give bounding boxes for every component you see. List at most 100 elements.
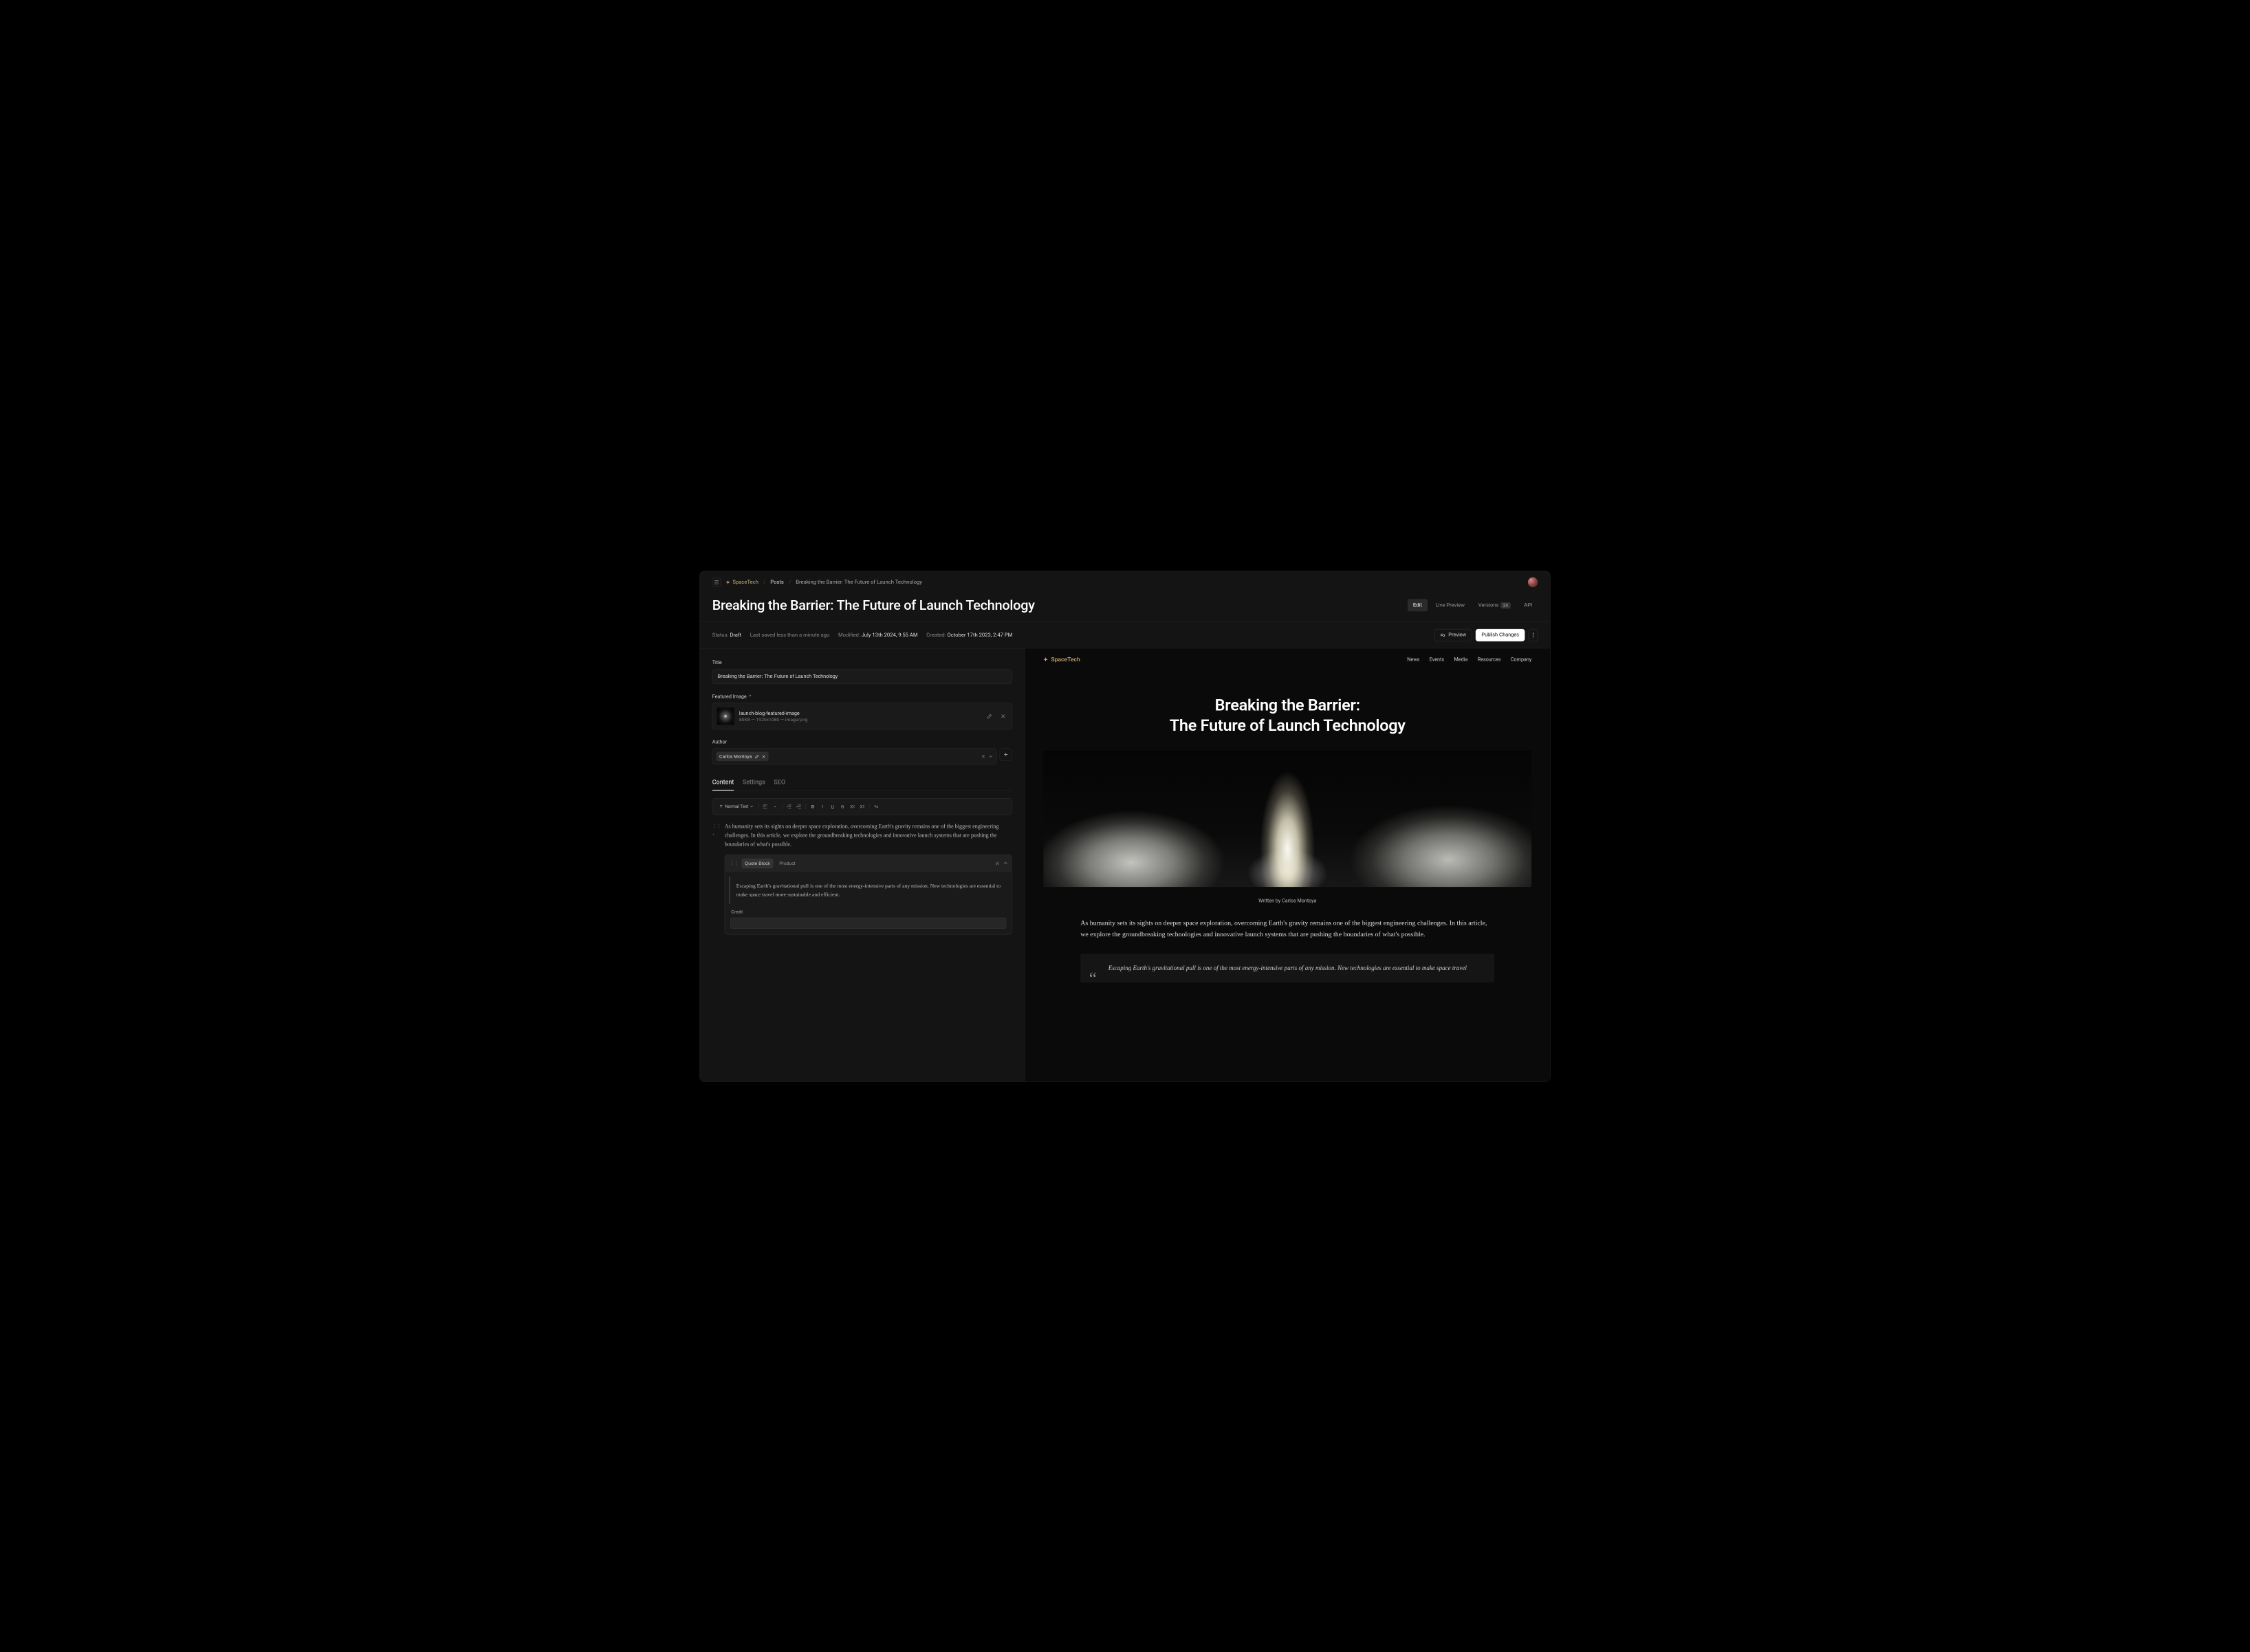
nav-company[interactable]: Company xyxy=(1511,656,1531,662)
status-group: Status: Draft xyxy=(712,632,741,638)
block-gutter: ⋮⋮ + xyxy=(712,823,721,839)
image-card: launch-blog-featured-image 80KB — 1920x1… xyxy=(712,703,1012,729)
add-block-icon[interactable]: + xyxy=(712,831,721,838)
menu-button[interactable] xyxy=(712,577,721,586)
subtab-settings[interactable]: Settings xyxy=(743,773,765,790)
avatar[interactable] xyxy=(1528,577,1538,586)
preview-hero-image xyxy=(1043,751,1531,887)
edit-image-button[interactable] xyxy=(985,712,994,720)
status-actions: Preview Publish Changes xyxy=(1434,628,1538,641)
chevron-down-icon[interactable] xyxy=(989,755,992,758)
block-type[interactable]: Quote Block xyxy=(741,858,773,868)
drag-handle-icon[interactable]: ⋮⋮ xyxy=(712,823,721,830)
underline-button[interactable]: U xyxy=(828,802,837,811)
preview-button[interactable]: Preview xyxy=(1434,628,1472,641)
breadcrumb-section[interactable]: Posts xyxy=(770,579,784,585)
remove-image-button[interactable] xyxy=(998,712,1007,720)
nav-media[interactable]: Media xyxy=(1454,656,1467,662)
credit-input[interactable] xyxy=(730,917,1006,928)
split-view: Title Featured Image * launch-blog-featu… xyxy=(700,648,1551,1081)
drag-handle-icon[interactable]: ⋮⋮ xyxy=(729,859,739,867)
align-chevron[interactable] xyxy=(771,802,780,811)
versions-badge: 24 xyxy=(1500,602,1510,608)
preview-title: Breaking the Barrier:The Future of Launc… xyxy=(1025,670,1550,751)
chevron-down-icon xyxy=(750,805,753,807)
preview-quote: Escaping Earth's gravitational pull is o… xyxy=(1080,954,1494,982)
subtab-content[interactable]: Content xyxy=(712,773,734,790)
image-name: launch-blog-featured-image xyxy=(739,710,981,716)
preview-byline: Written by Carlos Montoya xyxy=(1025,887,1550,917)
edit-icon[interactable] xyxy=(755,754,759,758)
credit-label: Credit xyxy=(725,908,1012,918)
subscript-button[interactable]: X2 xyxy=(848,802,857,811)
image-meta: 80KB — 1920x1080 — image/png xyxy=(739,716,981,722)
preview-intro: As humanity sets its sights on deeper sp… xyxy=(1025,916,1550,940)
close-icon[interactable] xyxy=(995,861,999,866)
tab-live-preview[interactable]: Live Preview xyxy=(1430,599,1471,611)
tab-api[interactable]: API xyxy=(1518,599,1538,611)
field-title: Title xyxy=(712,659,1012,684)
more-button[interactable] xyxy=(1529,628,1538,641)
link-icon xyxy=(1441,632,1445,637)
publish-button[interactable]: Publish Changes xyxy=(1476,628,1525,641)
italic-button[interactable]: I xyxy=(818,802,827,811)
outdent-button[interactable] xyxy=(785,802,794,811)
close-icon[interactable] xyxy=(981,754,985,758)
block-variant[interactable]: Product xyxy=(776,858,798,868)
author-label: Author xyxy=(712,738,1012,745)
subtab-seo[interactable]: SEO xyxy=(774,773,785,790)
title-input[interactable] xyxy=(712,669,1012,684)
editor-body[interactable]: ⋮⋮ + As humanity sets its sights on deep… xyxy=(712,822,1012,934)
align-left-icon xyxy=(763,804,767,808)
block-body[interactable]: Escaping Earth's gravitational pull is o… xyxy=(729,877,1007,904)
last-saved: Last saved less than a minute ago xyxy=(750,632,830,638)
superscript-button[interactable]: X2 xyxy=(858,802,867,811)
strike-button[interactable]: S xyxy=(838,802,847,811)
preview-brand[interactable]: SpaceTech xyxy=(1043,656,1080,663)
image-thumbnail[interactable] xyxy=(717,707,734,725)
align-button[interactable] xyxy=(761,802,769,811)
bold-button[interactable]: B xyxy=(809,802,818,811)
app-window: SpaceTech / Posts / Breaking the Barrier… xyxy=(699,571,1551,1081)
nav-resources[interactable]: Resources xyxy=(1478,656,1501,662)
title-bar: Breaking the Barrier: The Future of Laun… xyxy=(700,593,1551,621)
author-chip: Carlos Montoya xyxy=(717,751,769,761)
page-title: Breaking the Barrier: The Future of Laun… xyxy=(712,597,1035,613)
image-info: launch-blog-featured-image 80KB — 1920x1… xyxy=(739,710,981,723)
author-select[interactable]: Carlos Montoya xyxy=(712,748,997,764)
preview-nav: News Events Media Resources Company xyxy=(1407,656,1531,662)
indent-button[interactable] xyxy=(794,802,803,811)
breadcrumb-sep: / xyxy=(763,579,765,585)
preview-panel: SpaceTech News Events Media Resources Co… xyxy=(1025,648,1550,1081)
outdent-icon xyxy=(787,804,791,808)
sparkle-icon xyxy=(726,580,730,584)
link-button[interactable] xyxy=(872,802,881,811)
indent-icon xyxy=(796,804,800,808)
sparkle-icon xyxy=(1043,657,1048,661)
plus-icon xyxy=(1004,752,1008,756)
nav-events[interactable]: Events xyxy=(1430,656,1444,662)
text-icon xyxy=(719,804,723,808)
preview-header: SpaceTech News Events Media Resources Co… xyxy=(1025,648,1550,670)
chevron-down-icon xyxy=(774,806,776,807)
editor-subtabs: Content Settings SEO xyxy=(712,773,1012,791)
block-header: ⋮⋮ Quote Block Product xyxy=(725,855,1012,872)
breadcrumb-brand[interactable]: SpaceTech xyxy=(726,579,758,585)
more-vertical-icon xyxy=(1533,632,1534,637)
close-icon[interactable] xyxy=(762,754,765,758)
nav-news[interactable]: News xyxy=(1407,656,1419,662)
intro-paragraph[interactable]: As humanity sets its sights on deeper sp… xyxy=(725,822,1012,848)
breadcrumb-sep: / xyxy=(789,579,791,585)
quote-block: ⋮⋮ Quote Block Product Escaping Earth's … xyxy=(725,855,1012,935)
topbar: SpaceTech / Posts / Breaking the Barrier… xyxy=(700,571,1551,593)
status-bar: Status: Draft Last saved less than a min… xyxy=(700,622,1551,648)
breadcrumb-page: Breaking the Barrier: The Future of Laun… xyxy=(796,579,922,585)
chevron-up-icon[interactable] xyxy=(1004,861,1007,864)
tab-versions[interactable]: Versions24 xyxy=(1473,599,1516,611)
image-label: Featured Image * xyxy=(712,693,1012,699)
tab-edit[interactable]: Edit xyxy=(1408,599,1428,611)
format-select[interactable]: Normal Text xyxy=(717,802,755,810)
link-icon xyxy=(874,804,878,808)
add-author-button[interactable] xyxy=(1000,748,1012,760)
edit-icon xyxy=(987,714,992,718)
